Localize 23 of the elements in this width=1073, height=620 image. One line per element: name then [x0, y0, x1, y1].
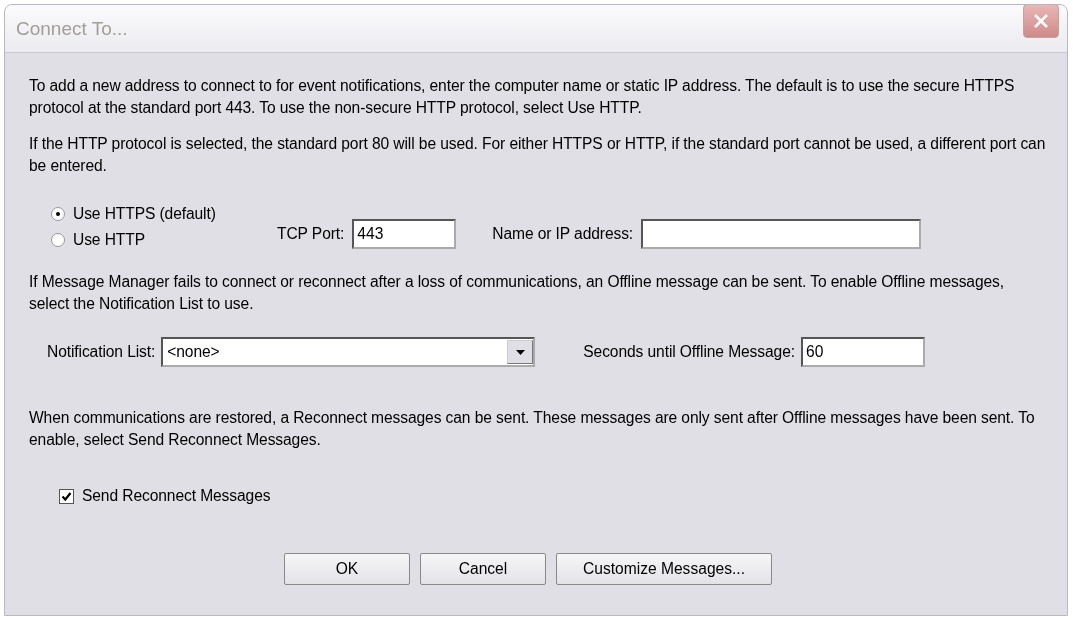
- field-label: Seconds until Offline Message:: [583, 343, 795, 361]
- close-icon: [1033, 12, 1049, 29]
- send-reconnect-checkbox[interactable]: Send Reconnect Messages: [59, 487, 1047, 505]
- address-field[interactable]: [641, 219, 922, 249]
- seconds-field[interactable]: 60: [800, 337, 925, 367]
- dialog-button[interactable]: OK: [284, 553, 410, 585]
- dropdown-arrow-icon: [515, 349, 525, 355]
- checkmark-icon: [61, 490, 72, 502]
- field-label: Notification List:: [47, 343, 156, 361]
- description-text: To add a new address to connect to for event notifications, enter the computer name or static IP address. The default is to use the secure HTTPS protocol at the standard port 443. To use the non-secure HTTP protocol, select Use HTTP.: [29, 76, 1016, 118]
- description-text: If Message Manager fails to connect or reconnect after a loss of communications, an Offline message can be sent. To enable Offline messages, select the Notification List to use.: [29, 272, 1005, 314]
- protocol-radio[interactable]: Use HTTPS (default): [51, 205, 277, 223]
- field-label: Name or IP address:: [492, 225, 634, 243]
- field-label: TCP Port:: [277, 225, 345, 243]
- dialog-button[interactable]: Customize Messages...: [556, 553, 772, 585]
- dialog-button[interactable]: Cancel: [420, 553, 546, 585]
- description-text: If the HTTP protocol is selected, the standard port 80 will be used. For either HTTPS or HTTP, if the standard port cannot be used, a different port can be entered.: [29, 134, 1047, 176]
- protocol-radio[interactable]: Use HTTP: [51, 231, 277, 249]
- notification-list-dropdown[interactable]: <none>: [161, 337, 536, 367]
- close-button[interactable]: [1023, 5, 1059, 38]
- window-title: Connect To...: [16, 17, 128, 40]
- tcp-port-field[interactable]: 443: [352, 219, 457, 249]
- description-text: When communications are restored, a Reconnect messages can be sent. These messages are only sent after Offline messages have been sent. To enable, select Send Reconnect Messages.: [29, 408, 1036, 450]
